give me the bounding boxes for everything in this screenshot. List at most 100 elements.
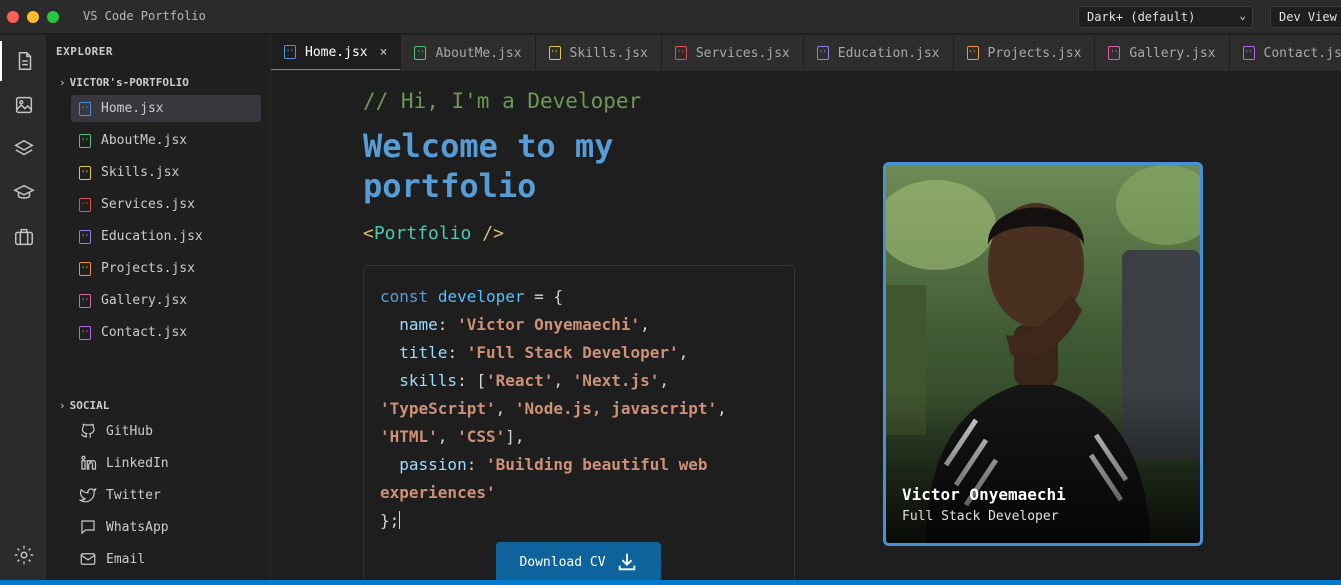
tag-close: /> <box>471 223 504 244</box>
social-whatsapp[interactable]: WhatsApp <box>79 515 169 539</box>
file-services[interactable]: ‹› Services.jsx <box>71 191 261 218</box>
editor-tabs: ‹› Home.jsx × ‹› AboutMe.jsx ‹› Skills.j… <box>271 35 1341 71</box>
file-projects[interactable]: ‹› Projects.jsx <box>71 255 261 282</box>
file-home[interactable]: ‹› Home.jsx <box>71 95 261 122</box>
social-github[interactable]: GitHub <box>79 419 153 443</box>
tab-projects[interactable]: ‹› Projects.jsx <box>953 35 1096 70</box>
theme-select-value: Dark+ (default) <box>1087 10 1196 24</box>
jsx-file-icon: ‹› <box>79 325 91 340</box>
twitter-icon <box>79 487 97 503</box>
code-text: }; <box>380 511 400 530</box>
file-education[interactable]: ‹› Education.jsx <box>71 223 261 250</box>
file-label: Education.jsx <box>101 229 203 244</box>
file-label: Contact.jsx <box>101 325 188 340</box>
jsx-file-icon: ‹› <box>79 293 91 308</box>
tag-name: Portfolio <box>373 223 472 244</box>
profile-name: Victor Onyemaechi <box>902 485 1066 504</box>
close-icon[interactable]: × <box>380 45 388 60</box>
code-string: 'Full Stack Developer' <box>466 343 679 362</box>
image-icon[interactable] <box>0 85 47 125</box>
tab-label: Home.jsx <box>305 44 368 60</box>
code-text: = { <box>524 287 564 306</box>
tab-education[interactable]: ‹› Education.jsx <box>803 35 954 70</box>
linkedin-icon <box>81 455 97 470</box>
theme-select[interactable]: Dark+ (default) ⌄ <box>1078 6 1253 28</box>
code-prop: name <box>399 315 438 334</box>
code-variable: developer <box>437 287 525 306</box>
jsx-file-icon: ‹› <box>1242 46 1255 60</box>
explorer-icon[interactable] <box>0 41 47 81</box>
tab-label: Services.jsx <box>695 45 790 61</box>
social-label: WhatsApp <box>106 519 169 535</box>
view-select-value: Dev View <box>1279 10 1337 24</box>
hero-headline: Welcome to my portfolio <box>363 127 614 205</box>
social-linkedin[interactable]: LinkedIn <box>79 451 169 475</box>
explorer-title: EXPLORER <box>56 45 113 58</box>
jsx-file-icon: ‹› <box>966 46 979 60</box>
explorer-sidebar: EXPLORER › VICTOR's-PORTFOLIO ‹› Home.jsx… <box>47 35 271 580</box>
code-string: 'React' <box>485 371 554 390</box>
tab-contact[interactable]: ‹› Contact.jsx <box>1229 35 1341 70</box>
download-cv-label: Download CV <box>519 554 606 570</box>
briefcase-icon[interactable] <box>0 217 47 257</box>
folder-label: SOCIAL <box>69 399 110 412</box>
jsx-file-icon: ‹› <box>674 46 687 60</box>
whatsapp-icon <box>81 520 95 535</box>
tab-skills[interactable]: ‹› Skills.jsx <box>535 35 662 70</box>
code-block: const developer = { name: 'Victor Onyema… <box>363 265 795 585</box>
profile-card: Victor Onyemaechi Full Stack Developer <box>883 162 1203 546</box>
code-keyword: const <box>380 287 429 306</box>
file-contact[interactable]: ‹› Contact.jsx <box>71 319 261 346</box>
graduation-cap-icon[interactable] <box>0 173 47 213</box>
download-icon <box>618 553 635 571</box>
jsx-file-icon: ‹› <box>79 101 91 116</box>
minimize-window-button[interactable] <box>27 11 39 23</box>
download-cv-button[interactable]: Download CV <box>496 542 661 582</box>
portfolio-tag: <Portfolio /> <box>363 223 504 244</box>
jsx-file-icon: ‹› <box>1108 46 1121 60</box>
social-label: Twitter <box>106 487 161 503</box>
tab-label: Projects.jsx <box>987 45 1082 61</box>
maximize-window-button[interactable] <box>47 11 59 23</box>
file-label: Home.jsx <box>101 101 164 116</box>
profile-role: Full Stack Developer <box>902 509 1059 524</box>
code-prop: title <box>399 343 448 362</box>
code-string: 'Victor Onyemaechi' <box>457 315 641 334</box>
tab-gallery[interactable]: ‹› Gallery.jsx <box>1095 35 1230 70</box>
close-window-button[interactable] <box>7 11 19 23</box>
file-aboutme[interactable]: ‹› AboutMe.jsx <box>71 127 261 154</box>
app-title: VS Code Portfolio <box>83 9 206 23</box>
code-string: 'Building beautiful web <box>485 455 708 474</box>
view-select[interactable]: Dev View <box>1270 6 1341 28</box>
gear-icon[interactable] <box>0 535 47 575</box>
social-folder[interactable]: › SOCIAL <box>59 399 109 412</box>
code-string: 'HTML' <box>380 427 438 446</box>
chevron-right-icon: › <box>59 399 66 412</box>
chevron-right-icon: › <box>59 76 66 89</box>
tab-services[interactable]: ‹› Services.jsx <box>661 35 804 70</box>
tab-label: AboutMe.jsx <box>435 45 522 61</box>
file-skills[interactable]: ‹› Skills.jsx <box>71 159 261 186</box>
tab-label: Gallery.jsx <box>1129 45 1216 61</box>
file-label: Services.jsx <box>101 197 195 212</box>
code-prop: passion <box>399 455 467 474</box>
file-label: AboutMe.jsx <box>101 133 188 148</box>
tab-home[interactable]: ‹› Home.jsx × <box>271 35 402 70</box>
social-twitter[interactable]: Twitter <box>79 483 161 507</box>
code-string: 'Node.js, javascript' <box>514 399 718 418</box>
folder-label: VICTOR's-PORTFOLIO <box>69 76 189 89</box>
social-email[interactable]: Email <box>79 547 145 571</box>
tab-aboutme[interactable]: ‹› AboutMe.jsx <box>401 35 536 70</box>
code-string: experiences' <box>380 483 496 502</box>
editor-area: // Hi, I'm a Developer Welcome to my por… <box>271 71 1341 585</box>
activity-bar <box>0 35 47 580</box>
layers-icon[interactable] <box>0 129 47 169</box>
code-string: 'CSS' <box>457 427 506 446</box>
code-prop: skills <box>399 371 458 390</box>
title-bar: VS Code Portfolio Dark+ (default) ⌄ Dev … <box>0 0 1341 34</box>
portfolio-folder[interactable]: › VICTOR's-PORTFOLIO <box>59 76 189 89</box>
file-gallery[interactable]: ‹› Gallery.jsx <box>71 287 261 314</box>
text-cursor <box>399 511 401 529</box>
jsx-file-icon: ‹› <box>79 165 91 180</box>
code-string: 'TypeScript' <box>380 399 496 418</box>
